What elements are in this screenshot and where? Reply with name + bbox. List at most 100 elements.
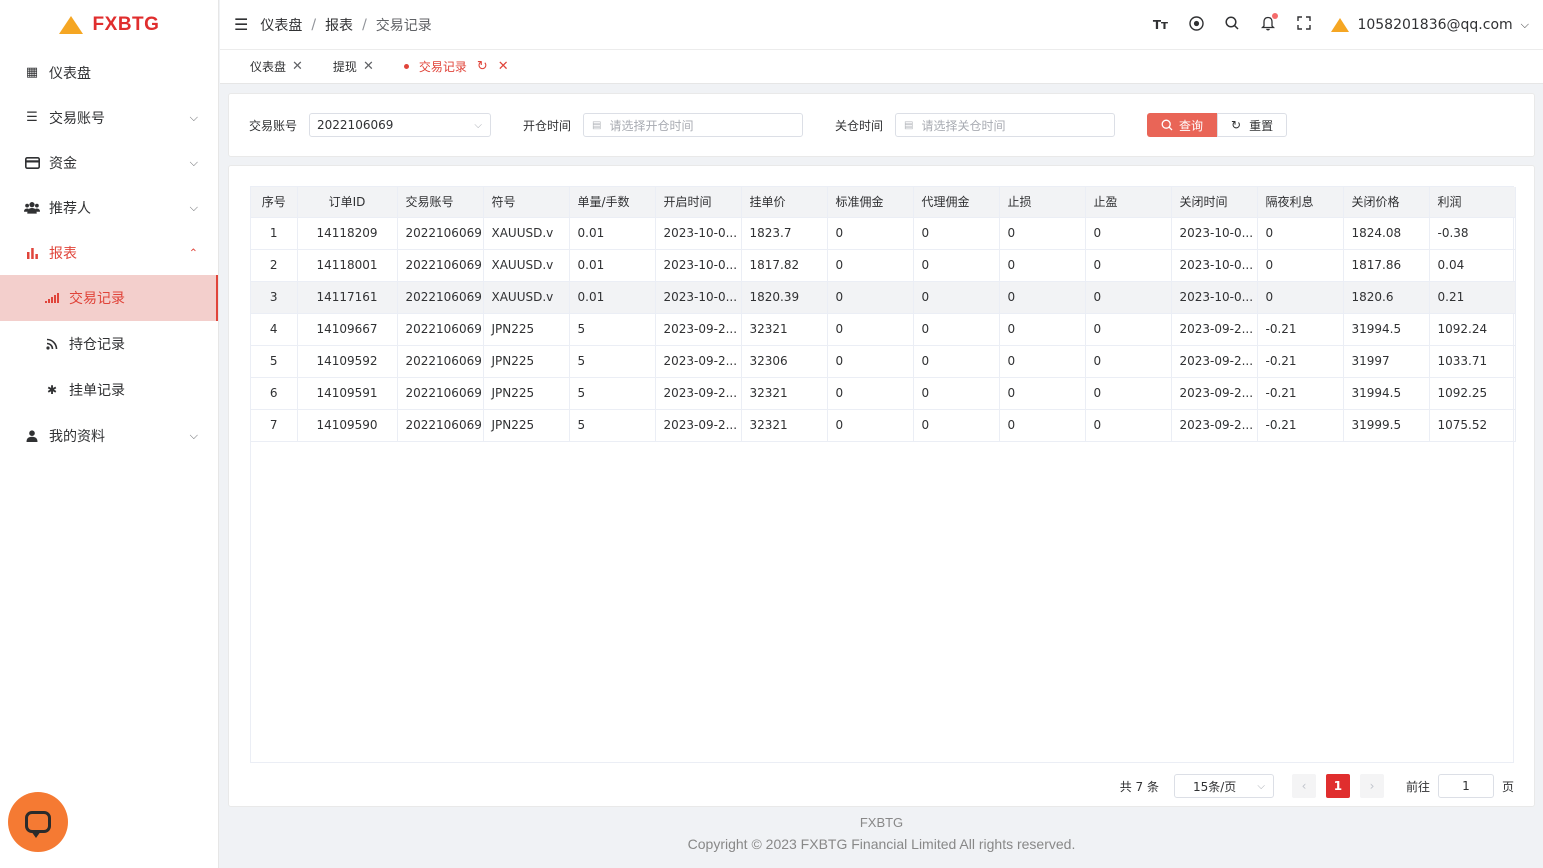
records-table: 序号 订单ID 交易账号 符号 单量/手数 开启时间 挂单价 标准佣金 代理佣金 止损 止盈 关闭时间… xyxy=(251,187,1516,442)
table-cell: 0 xyxy=(913,409,1000,442)
table-cell: -0.38 xyxy=(1429,217,1516,250)
page-number-current[interactable]: 1 xyxy=(1325,774,1350,798)
fullscreen-icon[interactable] xyxy=(1295,16,1313,34)
tab-dashboard[interactable]: 仪表盘 ✕ xyxy=(250,58,303,75)
table-row[interactable]: 7 14109590 2022106069 JPN225 5 2023-09-2... 32… xyxy=(251,409,1516,442)
sidebar-item-trading-account[interactable]: ☰ 交易账号 ⌵ xyxy=(0,95,218,140)
table-cell: 0 xyxy=(827,345,914,378)
chevron-up-icon: ⌃ xyxy=(188,246,198,259)
sidebar-item-reports[interactable]: 报表 ⌃ xyxy=(0,230,218,275)
open-time-label: 开仓时间 xyxy=(523,118,572,133)
bar-chart-icon xyxy=(24,247,40,259)
close-icon[interactable]: ✕ xyxy=(498,59,509,74)
calendar-icon: ▤ xyxy=(904,119,914,131)
column-header: 开启时间 xyxy=(655,187,742,218)
table-cell: 7 xyxy=(251,409,298,442)
sidebar-item-funds[interactable]: 资金 ⌵ xyxy=(0,140,218,185)
next-page-button[interactable]: › xyxy=(1359,774,1384,798)
table-cell: 1823.7 xyxy=(741,217,828,250)
breadcrumb-item-current: 交易记录 xyxy=(375,17,432,34)
brand-logo[interactable]: FXBTG xyxy=(0,0,218,50)
sidebar-subitem-pending-orders[interactable]: ✱ 挂单记录 xyxy=(0,367,218,413)
reset-button[interactable]: ↻ 重置 xyxy=(1217,113,1288,137)
table-cell: 1 xyxy=(251,217,298,250)
chevron-down-icon: ⌵ xyxy=(474,119,483,131)
sidebar-item-label: 仪表盘 xyxy=(49,65,91,82)
sidebar-item-dashboard[interactable]: ▦ 仪表盘 xyxy=(0,50,218,95)
sidebar-item-label: 推荐人 xyxy=(49,200,91,217)
rss-icon xyxy=(44,338,60,350)
table-cell: 14109667 xyxy=(297,313,398,346)
table-cell: 1820.39 xyxy=(741,281,828,314)
column-header: 序号 xyxy=(251,187,298,218)
table-row[interactable]: 6 14109591 2022106069 JPN225 5 2023-09-2... 32… xyxy=(251,377,1516,410)
sidebar-item-profile[interactable]: 我的资料 ⌵ xyxy=(0,413,218,458)
refresh-icon[interactable]: ↻ xyxy=(477,59,488,74)
user-icon xyxy=(24,429,40,442)
close-icon[interactable]: ✕ xyxy=(292,59,303,74)
records-card: 序号 订单ID 交易账号 符号 单量/手数 开启时间 挂单价 标准佣金 代理佣金 止损 止盈 关闭时间… xyxy=(228,165,1535,807)
goto-page-input[interactable]: 1 xyxy=(1437,774,1494,798)
table-cell: 2023-10-0... xyxy=(1171,281,1258,314)
chevron-down-icon: ⌵ xyxy=(189,110,198,124)
records-table-wrapper: 序号 订单ID 交易账号 符号 单量/手数 开启时间 挂单价 标准佣金 代理佣金 止损 止盈 关闭时间… xyxy=(250,186,1516,763)
sidebar-subitem-position-records[interactable]: 持仓记录 xyxy=(0,321,218,367)
search-icon[interactable] xyxy=(1223,16,1241,34)
table-cell: 0 xyxy=(827,249,914,282)
github-icon[interactable] xyxy=(1187,15,1205,35)
column-header: 标准佣金 xyxy=(827,187,914,218)
table-cell: 14109592 xyxy=(297,345,398,378)
table-cell: 0 xyxy=(1257,217,1344,250)
sidebar-subitem-trade-records[interactable]: 交易记录 xyxy=(0,275,218,321)
card-icon xyxy=(24,156,40,169)
sidebar-item-referrer[interactable]: 推荐人 ⌵ xyxy=(0,185,218,230)
table-cell: -0.21 xyxy=(1257,409,1344,442)
table-row[interactable]: 5 14109592 2022106069 JPN225 5 2023-09-2... 32… xyxy=(251,345,1516,378)
table-row[interactable]: 3 14117161 2022106069 XAUUSD.v 0.01 2023-10-0… xyxy=(251,281,1516,314)
table-cell: 5 xyxy=(569,409,656,442)
table-row[interactable]: 2 14118001 2022106069 XAUUSD.v 0.01 2023-10-0… xyxy=(251,249,1516,282)
table-row[interactable]: 1 14118209 2022106069 XAUUSD.v 0.01 2023-10-0… xyxy=(251,217,1516,250)
close-time-picker[interactable]: ▤ 请选择关仓时间 xyxy=(895,113,1116,137)
user-menu[interactable]: 1058201836@qq.com ⌵ xyxy=(1331,17,1529,33)
table-cell: 0 xyxy=(913,345,1000,378)
breadcrumb-item[interactable]: 仪表盘 xyxy=(260,15,302,35)
logo-triangle-icon xyxy=(58,16,83,34)
chat-icon xyxy=(25,811,51,838)
chevron-down-icon: ⌵ xyxy=(1520,18,1529,31)
top-header: ☰ 仪表盘 / 报表 / 交易记录 Tт 1058201836@qq.com ⌵ xyxy=(220,0,1543,50)
table-cell: 0 xyxy=(913,281,1000,314)
bell-icon[interactable] xyxy=(1259,12,1279,35)
column-header: 交易账号 xyxy=(397,187,484,218)
user-email: 1058201836@qq.com xyxy=(1357,17,1513,33)
account-select[interactable]: 2022106069 ⌵ xyxy=(309,113,492,137)
table-cell: 31997 xyxy=(1343,345,1430,378)
breadcrumb: 仪表盘 / 报表 / 交易记录 xyxy=(260,15,431,35)
refresh-icon: ↻ xyxy=(1231,118,1242,132)
menu-toggle-icon[interactable]: ☰ xyxy=(234,15,248,34)
pagination: 共 7 条 15条/页 ⌵ ‹ 1 › 前往 1 页 xyxy=(1120,774,1514,798)
open-time-picker[interactable]: ▤ 请选择开仓时间 xyxy=(583,113,804,137)
table-row[interactable]: 4 14109667 2022106069 JPN225 5 2023-09-2... 32… xyxy=(251,313,1516,346)
chevron-down-icon: ⌵ xyxy=(189,155,198,169)
chat-support-button[interactable] xyxy=(8,792,68,852)
prev-page-button[interactable]: ‹ xyxy=(1291,774,1316,798)
sidebar-item-label: 资金 xyxy=(49,155,77,172)
table-cell: 5 xyxy=(569,313,656,346)
font-size-icon[interactable]: Tт xyxy=(1151,18,1169,32)
tab-withdraw[interactable]: 提现 ✕ xyxy=(333,58,374,75)
query-button[interactable]: 查询 xyxy=(1147,113,1218,137)
breadcrumb-item[interactable]: 报表 xyxy=(325,15,353,35)
table-cell: 0 xyxy=(1257,281,1344,314)
breadcrumb-separator: / xyxy=(311,16,317,33)
close-icon[interactable]: ✕ xyxy=(363,59,374,74)
table-cell: 2023-10-0... xyxy=(655,281,742,314)
table-cell: 2022106069 xyxy=(397,409,484,442)
page-size-select[interactable]: 15条/页 ⌵ xyxy=(1173,774,1274,798)
table-cell: 2023-09-2... xyxy=(655,409,742,442)
table-cell: 2022106069 xyxy=(397,217,484,250)
table-cell: 0 xyxy=(827,313,914,346)
table-cell: 32321 xyxy=(741,409,828,442)
table-cell: 0 xyxy=(827,377,914,410)
tab-trade-records[interactable]: 交易记录 ↻ ✕ xyxy=(403,58,509,75)
